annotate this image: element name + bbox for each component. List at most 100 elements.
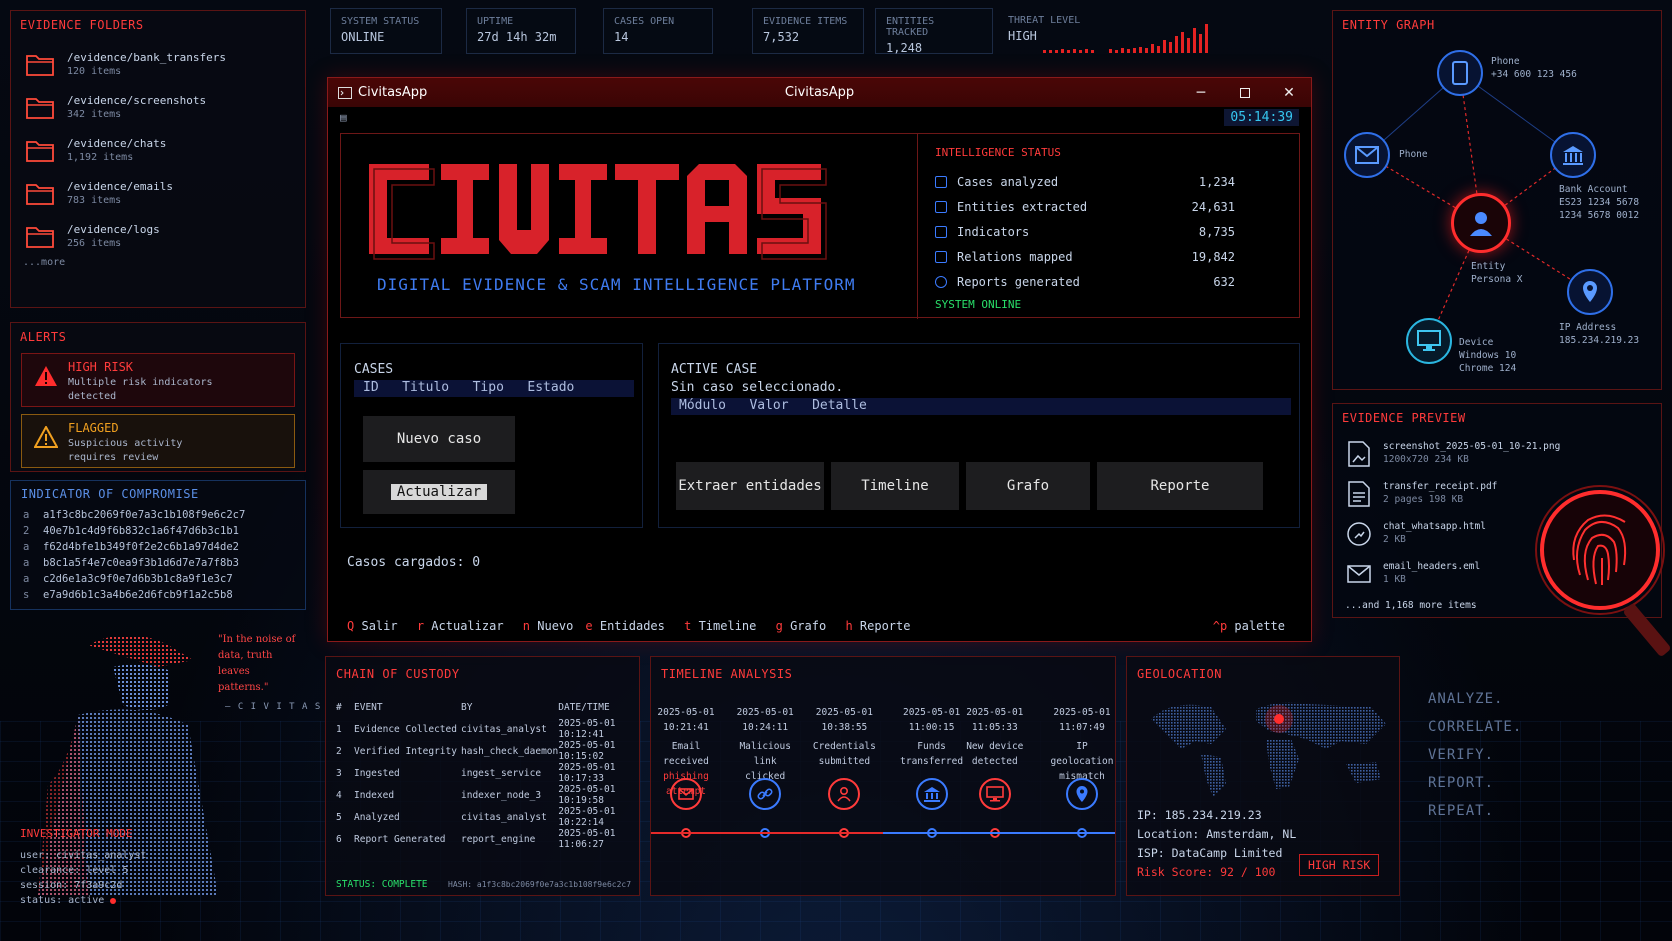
key-new[interactable]: n Nuevo xyxy=(523,619,580,633)
row-by: civitas_analyst xyxy=(461,811,547,823)
entity-persona-node[interactable] xyxy=(1451,193,1511,253)
col-number: # xyxy=(336,702,342,713)
status-dot xyxy=(110,897,117,904)
key-action: Timeline xyxy=(698,619,757,633)
ioc-panel: INDICATOR OF COMPROMISE a a1f3c8bc2069f0e… xyxy=(10,480,306,610)
ip-address-node[interactable] xyxy=(1567,269,1613,315)
investigator-info: user: civitas_analyst clearance: level 5… xyxy=(20,848,146,908)
bank-account-node[interactable] xyxy=(1550,132,1596,178)
col-tipo[interactable]: Tipo xyxy=(473,380,504,395)
ioc-item[interactable]: a a1f3c8bc2069f0e7a3c1b108f9e6c2c7 xyxy=(23,507,293,523)
report-button[interactable]: Reporte xyxy=(1097,462,1263,510)
evidence-folders-panel: EVIDENCE FOLDERS /evidence/bank_transfer… xyxy=(10,10,306,308)
timeline-event[interactable]: 2025-05-01 10:38:55 Credentials submitted xyxy=(807,705,881,769)
pdf-file-icon xyxy=(1348,481,1370,507)
minimize-button[interactable]: ─ xyxy=(1179,78,1223,107)
mantra-line: REPORT. xyxy=(1428,775,1495,791)
alert-flagged[interactable]: FLAGGED Suspicious activity requires rev… xyxy=(21,414,295,468)
pin-icon xyxy=(1066,778,1098,810)
node-title: Bank Account xyxy=(1559,184,1628,195)
row-number: 1 xyxy=(336,723,342,735)
timeline-label: Credentials xyxy=(812,741,876,752)
key-palette[interactable]: ^p palette xyxy=(1213,619,1291,633)
col-titulo[interactable]: Titulo xyxy=(402,380,449,395)
col-estado[interactable]: Estado xyxy=(527,380,574,395)
investigator-title: INVESTIGATOR MODE xyxy=(20,827,133,840)
row-by: hash_check_daemon xyxy=(461,745,559,757)
folder-item[interactable]: /evidence/emails 783 items xyxy=(25,180,305,206)
phone-email-node[interactable] xyxy=(1344,132,1390,178)
key-entities[interactable]: e Entidades xyxy=(585,619,671,633)
timeline-event[interactable]: 2025-05-01 11:07:49 IP geolocation mismatch xyxy=(1045,705,1119,784)
mantra-line: REPEAT. xyxy=(1428,803,1495,819)
key-graph[interactable]: g Grafo xyxy=(776,619,833,633)
intel-title: INTELLIGENCE STATUS xyxy=(935,146,1061,159)
node-detail: Windows 10 xyxy=(1459,350,1517,361)
timeline-button[interactable]: Timeline xyxy=(831,462,959,510)
folder-item[interactable]: /evidence/bank_transfers 120 items xyxy=(25,51,305,77)
refresh-button[interactable]: Actualizar xyxy=(363,470,515,514)
folder-icon xyxy=(26,184,54,205)
table-row[interactable]: 2 Verified Integrity hash_check_daemon 2025… xyxy=(336,740,636,762)
menu-icon[interactable]: ▤ xyxy=(340,111,347,124)
extract-entities-button[interactable]: Extraer entidades xyxy=(676,462,824,510)
maximize-button[interactable] xyxy=(1223,78,1267,107)
ioc-item[interactable]: a b8c1a5f4e7c0ea9f3b1d6d7e7a7f8b3 xyxy=(23,555,293,571)
folders-more-link[interactable]: ...more xyxy=(23,257,305,268)
ioc-key: a xyxy=(23,541,30,553)
table-row[interactable]: 5 Analyzed civitas_analyst 2025-05-01 10:22… xyxy=(336,806,636,828)
timeline-event[interactable]: 2025-05-01 10:24:11 Malicious link clicked xyxy=(728,705,802,784)
key-timeline[interactable]: t Timeline xyxy=(684,619,762,633)
timeline-sublabel: submitted xyxy=(818,756,871,767)
ioc-item[interactable]: s e7a9d6b1c3a4b6e2d6fcb9f1a2c5b8 xyxy=(23,587,293,603)
panel-title: INDICATOR OF COMPROMISE xyxy=(21,487,199,501)
intelligence-status: INTELLIGENCE STATUS Cases analyzed 1,234 … xyxy=(935,146,1235,311)
col-valor[interactable]: Valor xyxy=(749,398,788,413)
ioc-key: a xyxy=(23,573,30,585)
chain-of-custody-panel: CHAIN OF CUSTODY # EVENT BY DATE/TIME 1E… xyxy=(325,656,640,896)
table-row[interactable]: 3 Ingested ingest_service 2025-05-01 10:17:… xyxy=(336,762,636,784)
folder-item[interactable]: /evidence/screenshots 342 items xyxy=(25,94,305,120)
entity-icon xyxy=(935,200,947,213)
col-detalle[interactable]: Detalle xyxy=(812,398,867,413)
refresh-label: Actualizar xyxy=(390,484,488,500)
evidence-file-item[interactable]: screenshot_2025-05-01_10-21.png 1200x720 … xyxy=(1333,440,1661,468)
node-title: Phone xyxy=(1491,56,1520,67)
col-modulo[interactable]: Módulo xyxy=(679,398,726,413)
ioc-item[interactable]: 2 40e7b1c4d9f6b832c1a6f47d6b3c1b1 xyxy=(23,523,293,539)
folder-path: /evidence/logs xyxy=(67,223,160,236)
ioc-item[interactable]: a f62d4bfe1b349f0f2e2c6b1a97d4de2 xyxy=(23,539,293,555)
timeline-event[interactable]: 2025-05-01 11:05:33 New device detected xyxy=(958,705,1032,769)
civitas-logo xyxy=(369,164,827,260)
intel-value: 1,234 xyxy=(1198,174,1235,189)
keybinding-footer: Q Salir r Actualizar n Nuevo e Entidades… xyxy=(347,619,1297,633)
close-button[interactable]: ✕ xyxy=(1267,78,1311,107)
key-report[interactable]: h Reporte xyxy=(845,619,916,633)
stat-label: EVIDENCE ITEMS xyxy=(763,16,848,27)
col-event: EVENT xyxy=(354,702,383,713)
key-quit[interactable]: Q Salir xyxy=(347,619,404,633)
key-action: Reporte xyxy=(859,619,911,633)
key-refresh[interactable]: r Actualizar xyxy=(417,619,510,633)
threat-bars xyxy=(1043,24,1208,53)
active-case-box: ACTIVE CASE Sin caso seleccionado. Módul… xyxy=(658,343,1300,528)
phone-node[interactable] xyxy=(1437,50,1483,96)
alert-high-risk[interactable]: HIGH RISK Multiple risk indicators detec… xyxy=(21,353,295,407)
folder-item[interactable]: /evidence/chats 1,192 items xyxy=(25,137,305,163)
folder-item[interactable]: /evidence/logs 256 items xyxy=(25,223,305,249)
node-detail: 1234 5678 0012 xyxy=(1559,210,1640,221)
row-datetime: 2025-05-01 10:17:33 xyxy=(558,762,616,784)
intel-row: Cases analyzed 1,234 xyxy=(935,169,1235,194)
device-node[interactable] xyxy=(1406,318,1452,364)
table-row[interactable]: 6 Report Generated report_engine 2025-05-01… xyxy=(336,828,636,850)
new-case-button[interactable]: Nuevo caso xyxy=(363,416,515,462)
ioc-item[interactable]: a c2d6e1a3c9f0e7d6b3b1c8a9f1e3c7 xyxy=(23,571,293,587)
row-number: 2 xyxy=(336,745,342,757)
table-row[interactable]: 1 Evidence Collected civitas_analyst 2025-0… xyxy=(336,718,636,740)
col-id[interactable]: ID xyxy=(363,380,379,395)
window-titlebar[interactable]: CivitasApp CivitasApp ─ ✕ xyxy=(328,78,1311,107)
graph-button[interactable]: Grafo xyxy=(966,462,1090,510)
table-row[interactable]: 4 Indexed indexer_node_3 2025-05-01 10:19:5… xyxy=(336,784,636,806)
folder-icon xyxy=(26,55,54,76)
intel-label: Entities extracted xyxy=(957,199,1088,214)
